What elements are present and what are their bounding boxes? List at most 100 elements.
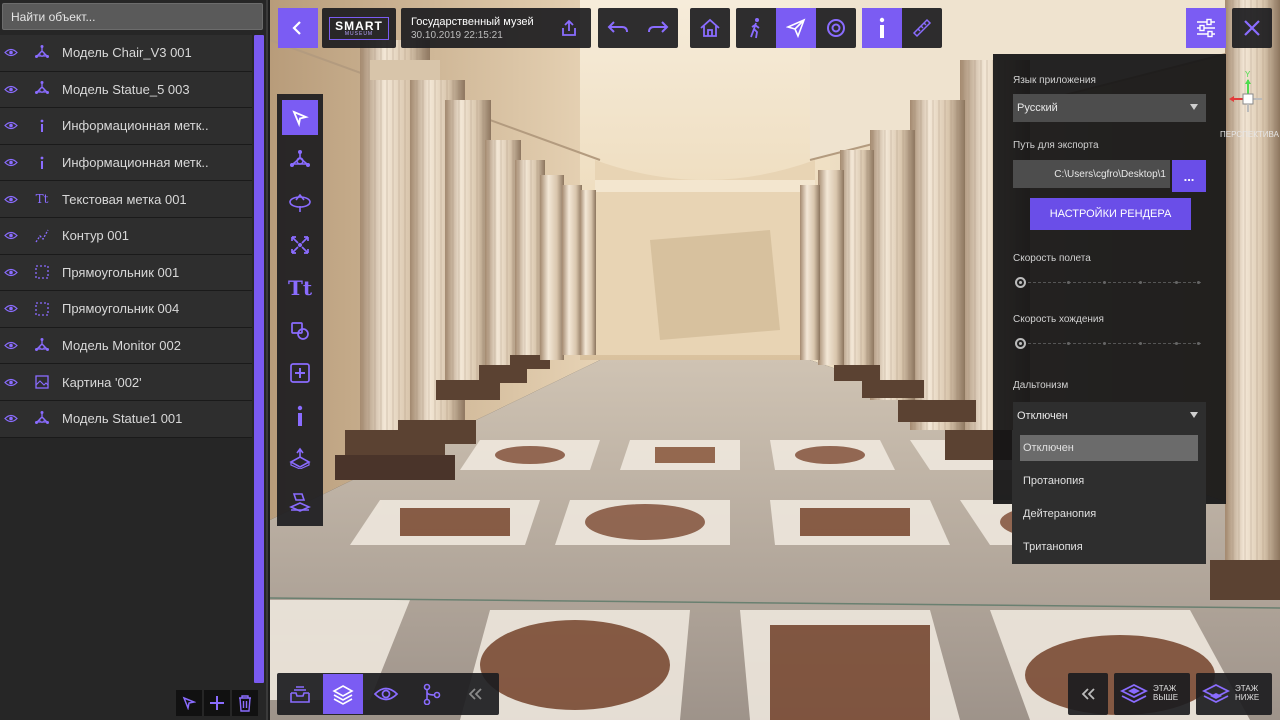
list-item-label: Модель Chair_V3 001 xyxy=(62,45,192,61)
select-tool[interactable] xyxy=(282,100,318,136)
home-icon xyxy=(700,18,720,37)
info-tag-tool[interactable] xyxy=(282,398,318,433)
flight-speed-label: Скорость полета xyxy=(1013,253,1091,264)
eye-icon[interactable] xyxy=(0,108,22,144)
walk-icon xyxy=(750,18,760,39)
share-button[interactable] xyxy=(549,8,589,48)
list-item[interactable]: Модель Monitor 002 xyxy=(0,327,252,365)
settings-button[interactable] xyxy=(1186,8,1226,48)
model-icon xyxy=(22,44,62,62)
render-settings-button[interactable]: НАСТРОЙКИ РЕНДЕРА xyxy=(1030,198,1191,230)
collapse-bottom-button[interactable] xyxy=(455,674,495,714)
flight-mode-button[interactable] xyxy=(776,8,816,48)
walk-mode-button[interactable] xyxy=(736,8,776,48)
export-path-field[interactable]: C:\Users\cgfro\Desktop\1 xyxy=(1013,160,1170,188)
navigation-mode-group xyxy=(736,8,856,48)
close-button[interactable] xyxy=(1232,8,1272,48)
slider-knob[interactable] xyxy=(1015,338,1026,349)
trash-icon xyxy=(239,695,251,712)
option-deuteranopia[interactable]: Дейтеранопия xyxy=(1020,501,1198,527)
measure-button[interactable] xyxy=(902,8,942,48)
eye-icon[interactable] xyxy=(0,401,22,437)
browse-label: ... xyxy=(1183,168,1195,184)
add-area-tool[interactable] xyxy=(282,356,318,391)
list-item[interactable]: Информационная метк.. xyxy=(0,144,252,182)
eye-icon[interactable] xyxy=(0,181,22,217)
redo-button[interactable] xyxy=(638,8,678,48)
walk-speed-slider[interactable] xyxy=(1015,337,1203,349)
eye-icon[interactable] xyxy=(0,218,22,254)
place-tool[interactable] xyxy=(282,441,318,476)
hierarchy-icon xyxy=(423,683,441,705)
search-input[interactable] xyxy=(2,3,263,30)
language-select[interactable]: Русский xyxy=(1013,94,1206,122)
place-object-icon xyxy=(289,447,311,470)
flight-speed-slider[interactable] xyxy=(1015,276,1203,288)
list-item[interactable]: Модель Statue_5 003 xyxy=(0,71,252,109)
paint-floor-icon xyxy=(289,493,311,512)
option-tritanopia[interactable]: Тританопия xyxy=(1020,534,1198,560)
view-gizmo[interactable]: Y ПЕРСПЕКТИВА xyxy=(1220,68,1280,148)
contour-icon xyxy=(22,228,62,244)
hierarchy-button[interactable] xyxy=(409,674,455,714)
select-button[interactable] xyxy=(176,690,202,716)
render-settings-label: НАСТРОЙКИ РЕНДЕРА xyxy=(1049,208,1172,220)
library-button[interactable] xyxy=(277,674,323,714)
dropdown-arrow-icon xyxy=(1190,412,1198,418)
eye-icon[interactable] xyxy=(0,291,22,327)
list-item[interactable]: Прямоугольник 001 xyxy=(0,254,252,292)
undo-button[interactable] xyxy=(598,8,638,48)
info-icon xyxy=(22,119,62,133)
project-info: Государственный музей 30.10.2019 22:15:2… xyxy=(401,8,591,48)
scrollbar[interactable] xyxy=(254,35,264,683)
info-toggle-button[interactable] xyxy=(862,8,902,48)
transform-tool[interactable] xyxy=(282,228,318,263)
list-item-label: Контур 001 xyxy=(62,228,129,244)
collapse-floor-button[interactable] xyxy=(1068,674,1108,714)
redo-icon xyxy=(648,21,669,33)
text-tool[interactable]: Tt xyxy=(282,270,318,305)
cursor-icon xyxy=(292,109,309,127)
list-item[interactable]: Прямоугольник 004 xyxy=(0,291,252,328)
list-item[interactable]: Tt Текстовая метка 001 xyxy=(0,181,252,218)
model-tool[interactable] xyxy=(282,143,318,178)
language-value: Русский xyxy=(1017,102,1058,114)
layers-button[interactable] xyxy=(323,674,363,714)
scrollbar-thumb[interactable] xyxy=(254,35,264,683)
home-button[interactable] xyxy=(690,8,730,48)
group-tool[interactable] xyxy=(282,313,318,348)
eye-icon[interactable] xyxy=(0,328,22,364)
list-item[interactable]: Контур 001 xyxy=(0,217,252,255)
list-item[interactable]: Информационная метк.. xyxy=(0,108,252,145)
list-actions xyxy=(176,690,258,716)
colorblind-select[interactable]: Отключен xyxy=(1013,402,1206,430)
eye-icon[interactable] xyxy=(0,72,22,108)
list-item[interactable]: Модель Statue1 001 xyxy=(0,400,252,438)
slider-knob[interactable] xyxy=(1015,277,1026,288)
delete-object-button[interactable] xyxy=(232,690,258,716)
eye-icon[interactable] xyxy=(0,35,22,71)
undo-icon xyxy=(607,21,628,33)
add-object-button[interactable] xyxy=(204,690,230,716)
option-protanopia[interactable]: Протанопия xyxy=(1020,468,1198,494)
object-list-panel: Модель Chair_V3 001 Модель Statue_5 003 Ин… xyxy=(0,0,268,720)
orbit-icon xyxy=(827,19,845,37)
orbit-mode-button[interactable] xyxy=(816,8,856,48)
list-item[interactable]: Картина '002' xyxy=(0,364,252,401)
browse-button[interactable]: ... xyxy=(1172,160,1206,192)
option-disabled[interactable]: Отключен xyxy=(1020,435,1198,461)
list-item-label: Модель Statue1 001 xyxy=(62,411,183,427)
back-button[interactable] xyxy=(278,8,318,48)
eye-icon[interactable] xyxy=(0,364,22,400)
floor-up-button[interactable]: ЭТАЖ ВЫШЕ xyxy=(1114,673,1190,715)
floor-down-button[interactable]: ЭТАЖ НИЖЕ xyxy=(1196,673,1272,715)
eye-icon[interactable] xyxy=(0,145,22,181)
eye-icon[interactable] xyxy=(0,255,22,291)
floor-tool[interactable] xyxy=(282,483,318,518)
visibility-button[interactable] xyxy=(363,674,409,714)
picture-icon xyxy=(22,375,62,389)
project-title: Государственный музей xyxy=(411,16,534,28)
shape-tool[interactable] xyxy=(282,185,318,220)
list-item-label: Прямоугольник 004 xyxy=(62,301,180,317)
list-item[interactable]: Модель Chair_V3 001 xyxy=(0,35,252,72)
